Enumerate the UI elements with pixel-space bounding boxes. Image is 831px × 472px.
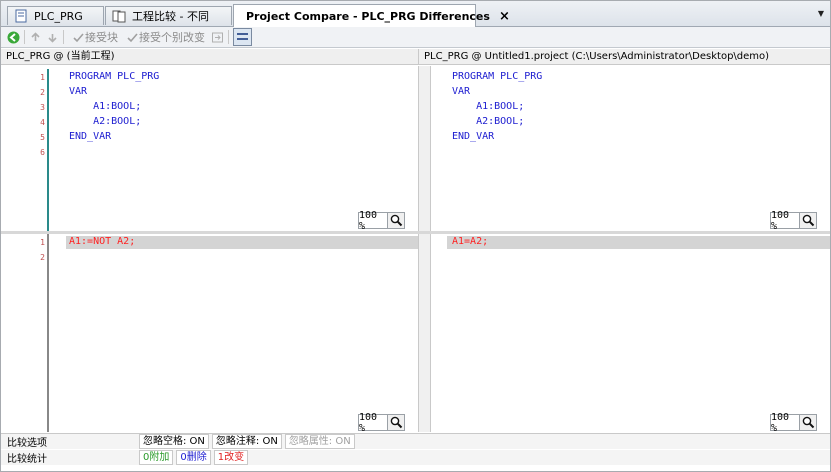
right-top-zoom-control[interactable]: 100 % <box>770 210 817 232</box>
zoom-icon[interactable] <box>800 212 817 229</box>
ignore-properties-toggle[interactable]: 忽略属性: ON <box>284 434 355 449</box>
left-pane-header: PLC_PRG @ (当前工程) <box>1 49 418 65</box>
accept-block-button[interactable]: 接受块 <box>72 29 118 45</box>
tab-overflow-icon[interactable]: ▼ <box>818 9 824 18</box>
code-line: A1:BOOL; <box>69 101 142 112</box>
back-icon[interactable] <box>7 31 20 44</box>
diff-highlight <box>447 236 830 249</box>
zoom-icon[interactable] <box>388 212 405 229</box>
left-top-code-pane[interactable]: 1 2 3 4 5 6 PROGRAM PLC_PRG VAR A1:BOOL;… <box>1 66 418 233</box>
ignore-comments-toggle[interactable]: 忽略注释: ON <box>211 434 282 449</box>
line-number: 5 <box>40 133 45 142</box>
diff-code-line: A1:=NOT A2; <box>69 236 136 247</box>
code-line: END_VAR <box>69 131 112 142</box>
line-number: 6 <box>40 148 45 157</box>
tab-plc-prg-differences[interactable]: Project Compare - PLC_PRG Differences × <box>233 4 510 27</box>
tab-plc-prg[interactable]: PLC_PRG <box>7 6 104 25</box>
deleted-count: 0删除 <box>176 450 211 465</box>
zoom-level: 100 % <box>770 210 800 232</box>
toolbar-separator <box>228 30 229 44</box>
code-line: PROGRAM PLC_PRG <box>69 71 160 82</box>
accept-change-button[interactable]: 接受个别改变 <box>126 29 205 45</box>
compare-icon <box>112 10 126 23</box>
changed-count: 1改变 <box>213 450 249 465</box>
code-line: PROGRAM PLC_PRG <box>452 71 543 82</box>
zoom-level: 100 % <box>358 210 388 232</box>
tab-label: 工程比较 - 不同 <box>132 10 209 23</box>
toolbar-separator <box>24 30 25 44</box>
code-line: END_VAR <box>452 131 495 142</box>
right-top-code-pane[interactable]: PROGRAM PLC_PRG VAR A1:BOOL; A2:BOOL; EN… <box>431 66 830 233</box>
right-pane-header: PLC_PRG @ Untitled1.project (C:\Users\Ad… <box>418 49 830 65</box>
check-icon <box>127 32 138 42</box>
line-number: 1 <box>40 238 45 247</box>
code-line: A1:BOOL; <box>452 101 525 112</box>
left-bottom-zoom-control[interactable]: 100 % <box>358 412 405 434</box>
left-gutter-marker <box>47 69 49 233</box>
diff-code-line: A1=A2; <box>452 236 489 247</box>
left-gutter-marker <box>47 234 49 432</box>
previous-diff-icon[interactable] <box>29 31 42 44</box>
compare-options-row: 比较选项 忽略空格: ON 忽略注释: ON 忽略属性: ON <box>1 433 830 449</box>
pane-splitter-vertical[interactable] <box>418 66 431 233</box>
line-number: 3 <box>40 103 45 112</box>
added-count: 0附加 <box>139 450 174 465</box>
code-line: VAR <box>69 86 88 97</box>
zoom-icon[interactable] <box>388 414 405 431</box>
next-diff-icon[interactable] <box>46 31 59 44</box>
tab-project-compare-diff[interactable]: 工程比较 - 不同 <box>105 6 232 25</box>
pou-document-icon <box>15 9 27 23</box>
right-bottom-zoom-control[interactable]: 100 % <box>770 412 817 434</box>
compare-options-label: 比较选项 <box>7 438 47 449</box>
ignore-whitespace-toggle[interactable]: 忽略空格: ON <box>139 434 209 449</box>
pane-splitter-vertical[interactable] <box>418 234 431 432</box>
zoom-level: 100 % <box>358 412 388 434</box>
zoom-level: 100 % <box>770 412 800 434</box>
compare-stats-row: 比较统计 0附加 0删除 1改变 <box>1 450 830 465</box>
check-icon <box>73 32 84 42</box>
code-line: A2:BOOL; <box>69 116 142 127</box>
tab-strip: PLC_PRG 工程比较 - 不同 Project Compare - PLC_… <box>1 1 830 27</box>
line-number: 2 <box>40 88 45 97</box>
line-number: 4 <box>40 118 45 127</box>
code-line: VAR <box>452 86 471 97</box>
compare-stats-label: 比较统计 <box>7 454 47 465</box>
accept-change-label: 接受个别改变 <box>139 31 205 44</box>
zoom-icon[interactable] <box>800 414 817 431</box>
toolbar-separator <box>63 30 64 44</box>
line-number: 2 <box>40 253 45 262</box>
toggle-view-icon[interactable] <box>233 28 252 46</box>
close-tab-icon[interactable]: × <box>499 9 510 24</box>
tab-label: PLC_PRG <box>34 9 83 23</box>
unidirectional-compare-icon[interactable] <box>211 31 224 44</box>
left-top-zoom-control[interactable]: 100 % <box>358 210 405 232</box>
left-bottom-code-pane[interactable]: 1 2 A1:=NOT A2; 100 % <box>1 234 418 434</box>
right-bottom-code-pane[interactable]: A1=A2; 100 % <box>431 234 830 434</box>
line-number: 1 <box>40 73 45 82</box>
accept-block-label: 接受块 <box>85 31 118 44</box>
tab-label: Project Compare - PLC_PRG Differences <box>246 9 490 23</box>
compare-window: PLC_PRG 工程比较 - 不同 Project Compare - PLC_… <box>0 0 831 472</box>
code-line: A2:BOOL; <box>452 116 525 127</box>
toolbar: 接受块 接受个别改变 <box>1 27 830 48</box>
